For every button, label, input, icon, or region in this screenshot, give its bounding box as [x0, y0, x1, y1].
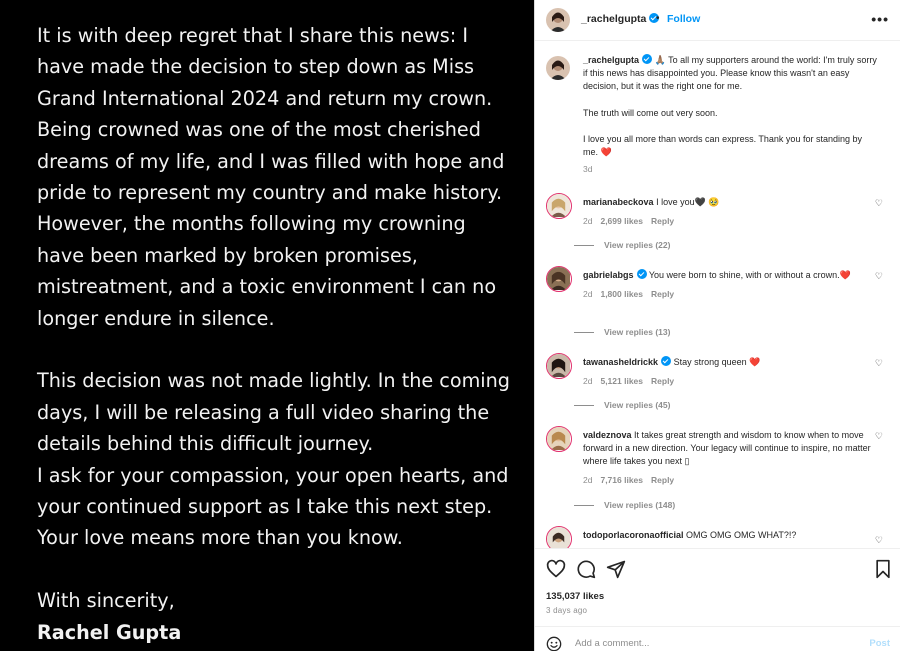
comment-time: 2d — [583, 289, 593, 299]
header-username-text[interactable]: _rachelgupta — [581, 13, 646, 25]
reply-button[interactable]: Reply — [651, 475, 674, 485]
comment-meta: 2d 1,800 likes Reply — [583, 288, 871, 301]
comment-username[interactable]: valdeznova — [583, 430, 632, 440]
comment-meta: 2d 2,699 likes Reply — [583, 215, 871, 228]
comment-body: marianabeckova I love you🖤 🥹 2d 2,699 lik… — [583, 196, 871, 228]
post-image-text: It is with deep regret that I share this… — [37, 20, 517, 648]
comment-text: OMG OMG OMG WHAT?!? — [686, 530, 797, 540]
comment-time: 2d — [583, 376, 593, 386]
image-signoff: With sincerity, — [37, 589, 175, 613]
post-header: _rachelgupta • Follow ••• — [535, 0, 900, 41]
comment-likes[interactable]: 2,699 likes — [600, 216, 643, 226]
reply-button[interactable]: Reply — [651, 216, 674, 226]
reply-button[interactable]: Reply — [651, 289, 674, 299]
comment-meta: 2d 7,716 likes Reply — [583, 474, 871, 487]
like-comment-heart-icon[interactable]: ♡ — [875, 431, 883, 442]
view-replies-button[interactable]: View replies (45) — [574, 400, 670, 410]
comment-bubble-icon[interactable] — [576, 559, 596, 579]
caption-time: 3d — [583, 163, 593, 174]
comments-list[interactable]: _rachelgupta 🙏🏽 To all my supporters aro… — [535, 42, 900, 548]
avatar[interactable] — [546, 8, 570, 32]
post-side-panel: _rachelgupta • Follow ••• _rachelgupta 🙏… — [534, 0, 900, 651]
comment-username[interactable]: marianabeckova — [583, 197, 654, 207]
view-replies-button[interactable]: View replies (13) — [574, 327, 670, 337]
image-signature: Rachel Gupta — [37, 620, 182, 644]
reply-button[interactable]: Reply — [651, 376, 674, 386]
header-separator: • — [656, 13, 660, 24]
share-paper-plane-icon[interactable] — [606, 559, 626, 579]
comment-likes[interactable]: 1,800 likes — [600, 289, 643, 299]
verified-badge-icon — [636, 269, 647, 279]
like-comment-heart-icon[interactable]: ♡ — [875, 535, 883, 546]
post-actions: 135,037 likes 3 days ago — [535, 548, 900, 626]
image-paragraph: This decision was not made lightly. In t… — [37, 369, 510, 456]
comment-time: 2d — [583, 475, 593, 485]
caption-username[interactable]: _rachelgupta — [583, 55, 639, 65]
avatar[interactable] — [546, 426, 572, 452]
image-paragraph: I ask for your compassion, your open hea… — [37, 463, 509, 550]
more-options-icon[interactable]: ••• — [871, 11, 889, 27]
comment-meta: 2d 5,121 likes Reply — [583, 375, 871, 388]
view-replies-button[interactable]: View replies (148) — [574, 500, 675, 510]
avatar[interactable] — [546, 353, 572, 379]
post-timestamp: 3 days ago — [546, 606, 588, 615]
comment-text: I love you🖤 🥹 — [656, 197, 720, 207]
like-heart-icon[interactable] — [546, 559, 566, 579]
emoji-icon[interactable] — [546, 636, 562, 651]
like-comment-heart-icon[interactable]: ♡ — [875, 358, 883, 369]
image-paragraph: Being crowned was one of the most cheris… — [37, 118, 505, 205]
like-comment-heart-icon[interactable]: ♡ — [875, 271, 883, 282]
post-image: It is with deep regret that I share this… — [0, 0, 534, 651]
caption-text: I love you all more than words can expre… — [583, 134, 862, 158]
comment-likes[interactable]: 7,716 likes — [600, 475, 643, 485]
like-comment-heart-icon[interactable]: ♡ — [875, 198, 883, 209]
caption-text: The truth will come out very soon. — [583, 107, 718, 118]
avatar[interactable] — [546, 193, 572, 219]
header-username[interactable]: _rachelgupta — [581, 13, 660, 25]
post-comment-button[interactable]: Post — [869, 638, 890, 649]
avatar[interactable] — [546, 266, 572, 292]
verified-badge-icon — [661, 356, 672, 366]
image-paragraph: It is with deep regret that I share this… — [37, 24, 493, 110]
avatar[interactable] — [546, 526, 572, 548]
comment-text: Stay strong queen ❤️ — [673, 357, 761, 367]
comment-username[interactable]: tawanasheldrickk — [583, 357, 658, 367]
avatar[interactable] — [546, 56, 570, 80]
comment-username[interactable]: gabrielabgs — [583, 270, 634, 280]
comment-body: todoporlacoronaofficial OMG OMG OMG WHAT… — [583, 529, 871, 542]
caption-body: _rachelgupta 🙏🏽 To all my supporters aro… — [583, 54, 878, 176]
add-comment-input[interactable] — [575, 638, 845, 649]
comment-likes[interactable]: 5,121 likes — [600, 376, 643, 386]
comment-body: valdeznova It takes great strength and w… — [583, 429, 871, 487]
comment-body: tawanasheldrickk Stay strong queen ❤️ 2d… — [583, 356, 871, 388]
add-comment-bar: Post — [535, 626, 900, 651]
comment-username[interactable]: todoporlacoronaofficial — [583, 530, 684, 540]
follow-button[interactable]: Follow — [667, 13, 700, 25]
verified-badge-icon — [642, 54, 653, 64]
post-likes-count[interactable]: 135,037 likes — [546, 591, 604, 602]
save-bookmark-icon[interactable] — [873, 559, 893, 579]
view-replies-button[interactable]: View replies (22) — [574, 240, 670, 250]
comment-body: gabrielabgs You were born to shine, with… — [583, 269, 871, 301]
comment-text: You were born to shine, with or without … — [648, 270, 851, 280]
image-paragraph: However, the months following my crownin… — [37, 212, 497, 330]
comment-time: 2d — [583, 216, 593, 226]
